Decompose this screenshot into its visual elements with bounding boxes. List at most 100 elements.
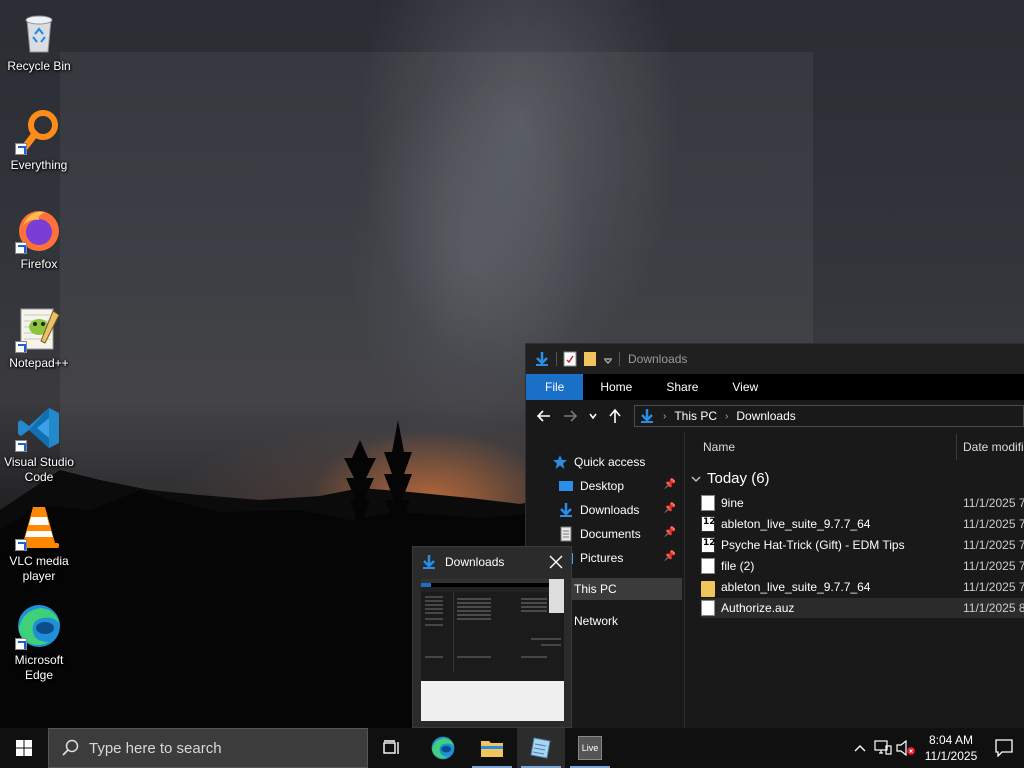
taskbar-file-explorer-button[interactable] xyxy=(468,728,516,768)
taskbar-notepad-button[interactable] xyxy=(517,728,565,768)
desktop-folder-icon xyxy=(558,478,574,494)
shortcut-arrow-icon xyxy=(15,143,27,155)
taskbar-edge-button[interactable] xyxy=(419,728,467,768)
file-name: ableton_live_suite_9.7.7_64 xyxy=(721,580,871,594)
file-name: Authorize.auz xyxy=(721,601,795,615)
breadcrumb-downloads[interactable]: Downloads xyxy=(736,409,795,423)
download-arrow-icon xyxy=(641,409,653,423)
pin-icon: 📌 xyxy=(663,527,676,538)
toolbar-separator xyxy=(619,352,620,366)
nav-item-quick-access[interactable]: Quick access xyxy=(526,451,682,473)
column-resize-handle[interactable] xyxy=(956,434,957,460)
column-header-date-modified[interactable]: Date modifi xyxy=(963,440,1024,454)
desktop-icon-notepadpp[interactable]: Notepad++ xyxy=(2,305,76,371)
nav-item-label: This PC xyxy=(574,582,617,596)
forward-arrow-icon[interactable] xyxy=(562,408,578,424)
file-row[interactable]: ableton_live_suite_9.7.7_64 11/1/2025 7 xyxy=(701,514,1024,534)
new-folder-icon[interactable] xyxy=(583,351,597,367)
search-box[interactable]: Type here to search xyxy=(48,728,368,768)
title-bar[interactable]: Downloads xyxy=(526,344,1024,374)
desktop-icon-label: VLC media player xyxy=(9,554,69,583)
close-icon[interactable] xyxy=(547,553,565,571)
file-explorer-window: Downloads File Home Share View › This PC… xyxy=(525,343,1024,728)
notepad-icon xyxy=(530,737,551,759)
file-row[interactable]: 9ine 11/1/2025 7 xyxy=(701,493,1024,513)
download-arrow-icon xyxy=(558,502,574,518)
file-date: 11/1/2025 8 xyxy=(963,601,1024,615)
window-title: Downloads xyxy=(628,352,688,366)
file-row[interactable]: file (2) 11/1/2025 7 xyxy=(701,556,1024,576)
properties-icon[interactable] xyxy=(563,351,577,367)
nav-item-label: Pictures xyxy=(580,551,624,565)
download-arrow-icon xyxy=(536,352,548,366)
group-header-today[interactable]: Today (6) xyxy=(691,470,770,487)
desktop-icon-vscode[interactable]: Visual Studio Code xyxy=(2,404,76,485)
file-row[interactable]: Psyche Hat-Trick (Gift) - EDM Tips 11/1/… xyxy=(701,535,1024,555)
document-icon xyxy=(701,600,715,616)
notepadpp-icon xyxy=(15,305,63,353)
start-button[interactable] xyxy=(0,728,48,768)
pin-icon: 📌 xyxy=(663,551,676,562)
file-row[interactable]: ableton_live_suite_9.7.7_64 11/1/2025 7 xyxy=(701,577,1024,597)
nav-item-downloads[interactable]: Downloads 📌 xyxy=(526,499,682,521)
shortcut-arrow-icon xyxy=(15,539,27,551)
tab-share[interactable]: Share xyxy=(649,374,715,400)
file-name: 9ine xyxy=(721,496,744,510)
network-status-button[interactable] xyxy=(872,728,894,768)
folder-icon xyxy=(701,581,715,597)
file-name: file (2) xyxy=(721,559,755,573)
volume-muted-icon xyxy=(896,740,915,756)
tab-home[interactable]: Home xyxy=(583,374,649,400)
nav-item-documents[interactable]: Documents 📌 xyxy=(526,523,682,545)
desktop-icon-recycle-bin[interactable]: Recycle Bin xyxy=(2,8,76,74)
action-center-icon xyxy=(995,739,1013,757)
breadcrumb-this-pc[interactable]: This PC xyxy=(674,409,717,423)
edge-icon xyxy=(15,602,63,650)
clock[interactable]: 8:04 AM 11/1/2025 xyxy=(918,732,984,764)
windows-logo-icon xyxy=(16,740,32,756)
desktop-icon-firefox[interactable]: Firefox xyxy=(2,206,76,272)
desktop-icon-vlc[interactable]: VLC media player xyxy=(2,503,76,584)
chevron-up-icon xyxy=(854,745,866,752)
toolbar-separator xyxy=(556,352,557,366)
search-icon xyxy=(62,739,79,756)
file-explorer-icon xyxy=(481,741,503,757)
address-field[interactable]: › This PC › Downloads xyxy=(634,405,1024,427)
volume-button[interactable] xyxy=(894,728,918,768)
network-ethernet-icon xyxy=(874,740,892,755)
show-hidden-icons-button[interactable] xyxy=(848,728,872,768)
file-date: 11/1/2025 7 xyxy=(963,559,1024,573)
recycle-bin-icon xyxy=(15,8,63,56)
up-arrow-icon[interactable] xyxy=(608,408,622,424)
document-icon xyxy=(701,495,715,511)
download-arrow-icon xyxy=(423,555,435,569)
taskbar-ableton-live-button[interactable]: Live xyxy=(566,728,614,768)
column-header-name[interactable]: Name xyxy=(703,440,735,454)
shortcut-arrow-icon xyxy=(15,341,27,353)
thumbnail-window-image xyxy=(421,579,564,721)
tab-view[interactable]: View xyxy=(715,374,775,400)
file-date: 11/1/2025 7 xyxy=(963,517,1024,531)
tab-file[interactable]: File xyxy=(526,374,584,400)
breadcrumb-chevron-icon[interactable]: › xyxy=(725,411,728,422)
live-label: Live xyxy=(581,743,599,753)
shortcut-arrow-icon xyxy=(15,242,27,254)
file-date: 11/1/2025 7 xyxy=(963,538,1024,552)
file-date: 11/1/2025 7 xyxy=(963,580,1024,594)
file-row[interactable]: Authorize.auz 11/1/2025 8 xyxy=(701,598,1024,618)
vscode-icon xyxy=(15,404,63,452)
file-list-pane: Name Date modifi Today (6) 9ine 11/1/202… xyxy=(685,432,1024,728)
breadcrumb-chevron-icon[interactable]: › xyxy=(663,411,666,422)
back-arrow-icon[interactable] xyxy=(536,408,552,424)
edge-icon xyxy=(431,736,455,760)
taskbar-thumbnail-preview[interactable]: Downloads xyxy=(412,546,572,728)
task-view-button[interactable] xyxy=(368,728,416,768)
recent-locations-chevron-icon[interactable] xyxy=(588,411,598,421)
system-tray: 8:04 AM 11/1/2025 xyxy=(848,728,1024,768)
nav-item-desktop[interactable]: Desktop 📌 xyxy=(526,475,682,497)
customize-dropdown-icon[interactable] xyxy=(603,354,613,364)
shortcut-arrow-icon xyxy=(15,638,27,650)
desktop-icon-edge[interactable]: Microsoft Edge xyxy=(2,602,76,683)
desktop-icon-everything[interactable]: Everything xyxy=(2,107,76,173)
notifications-button[interactable] xyxy=(984,728,1024,768)
